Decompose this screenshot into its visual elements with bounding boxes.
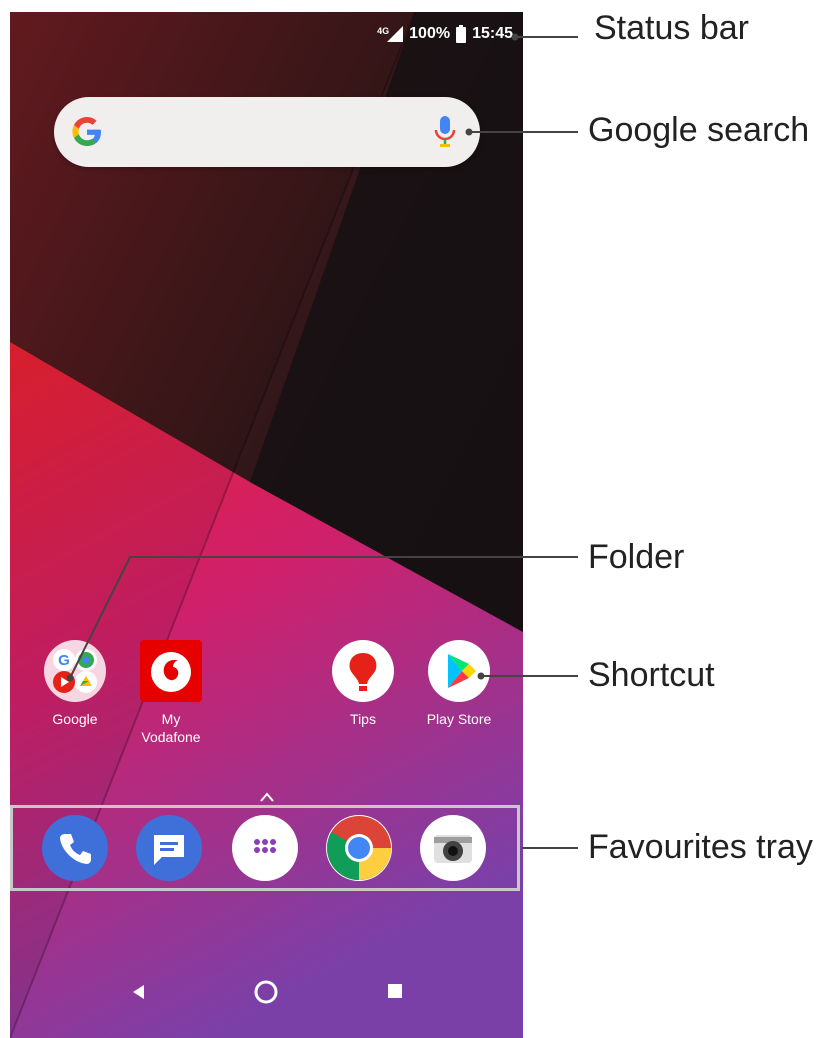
callout-status-bar: Status bar [594, 9, 749, 47]
callout-lines [66, 33, 578, 849]
callout-favourites-tray: Favourites tray [588, 828, 813, 866]
callout-folder: Folder [588, 538, 685, 576]
callout-google-search: Google search [588, 111, 810, 149]
callout-shortcut: Shortcut [588, 656, 715, 694]
